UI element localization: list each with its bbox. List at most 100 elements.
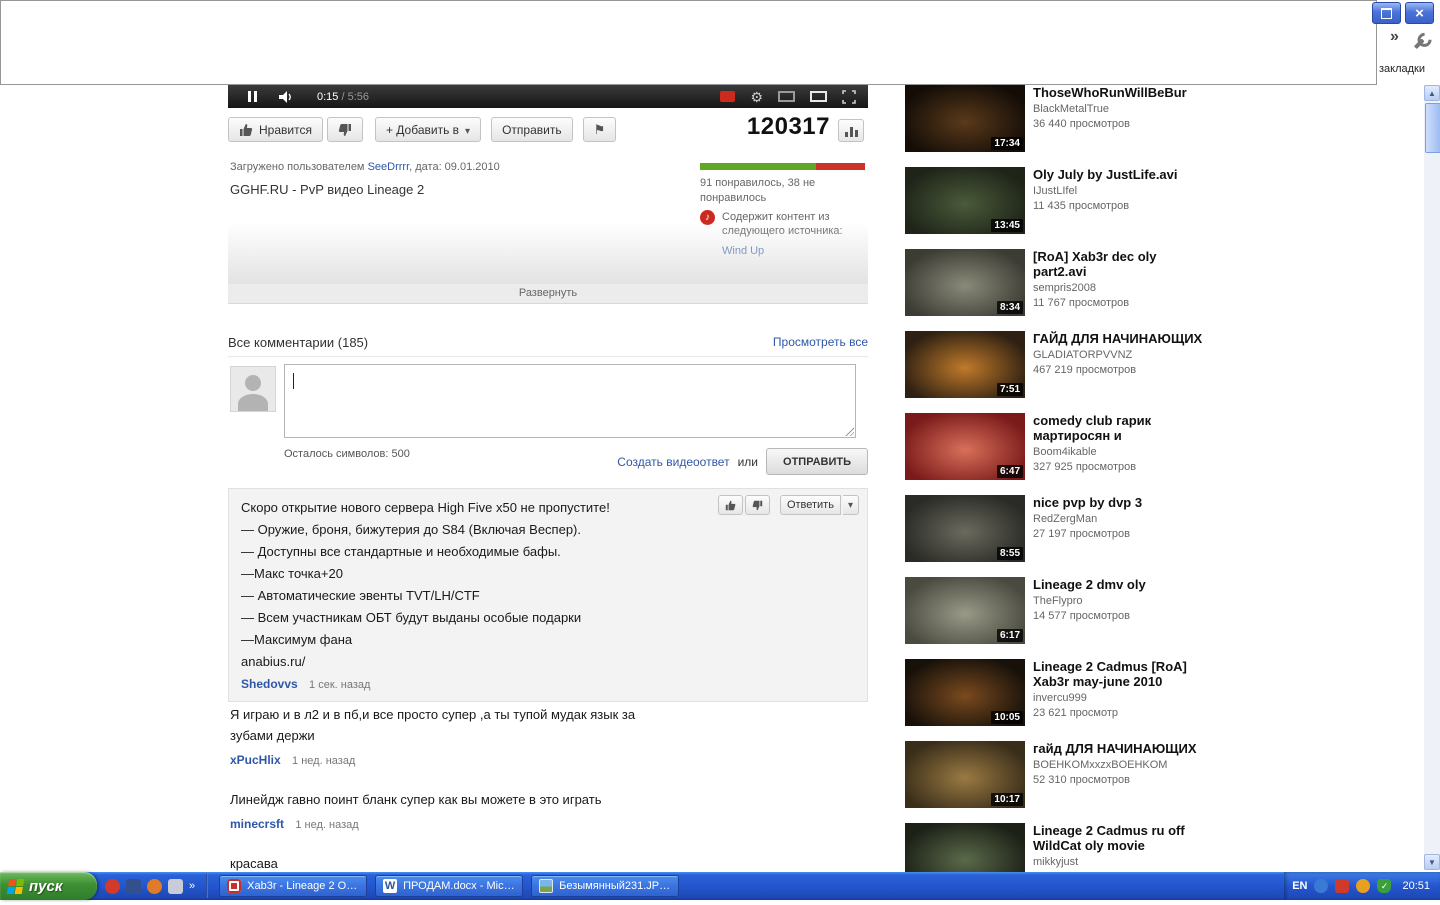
fullscreen-icon[interactable] (842, 89, 856, 104)
other-bookmarks-label[interactable]: закладки (1379, 63, 1425, 75)
scroll-down-arrow-icon[interactable] (1424, 854, 1440, 870)
quick-launch-icon-3[interactable] (147, 878, 162, 894)
comment-input[interactable] (284, 364, 856, 438)
annotations-icon[interactable] (720, 91, 736, 102)
related-video-item[interactable]: 7:51 ГАЙД ДЛЯ НАЧИНАЮЩИХ GLADIATORPVVNZ … (905, 331, 1205, 398)
video-thumbnail[interactable]: 8:55 (905, 495, 1025, 562)
related-video-uploader[interactable]: IJustLIfel (1033, 185, 1205, 197)
related-video-uploader[interactable]: GLADIATORPVVNZ (1033, 349, 1205, 361)
related-video-uploader[interactable]: BlackMetalTrue (1033, 103, 1205, 115)
related-video-item[interactable]: 10:05 Lineage 2 Cadmus [RoA] Xab3r may-j… (905, 659, 1205, 726)
reply-button[interactable]: Ответить (779, 495, 841, 515)
pause-button[interactable] (248, 91, 257, 102)
thumbs-up-icon (725, 500, 736, 510)
player-size-large-icon[interactable] (810, 91, 827, 102)
video-thumbnail[interactable]: 6:47 (905, 413, 1025, 480)
tray-icon-orange[interactable] (1356, 879, 1371, 893)
related-video-item[interactable]: 6:17 Lineage 2 dmv oly TheFlypro 14 577 … (905, 577, 1205, 644)
related-video-title[interactable]: Lineage 2 dmv oly (1033, 577, 1205, 592)
view-count: 120317 (746, 113, 830, 140)
related-video-item[interactable]: 10:17 гайд ДЛЯ НАЧИНАЮЩИХ BOEHKOMxxzxBOE… (905, 741, 1205, 808)
comment-dislike-button[interactable] (744, 495, 770, 515)
comment: Я играю и в л2 и в пб,и все просто супер… (230, 704, 870, 767)
create-video-response-link[interactable]: Создать видеоответ (617, 455, 729, 469)
related-video-uploader[interactable]: Boom4ikable (1033, 446, 1205, 458)
comment-text: Скоро открытие нового сервера High Five … (241, 497, 855, 673)
related-video-item[interactable]: 8:55 nice pvp by dvp 3 RedZergMan 27 197… (905, 495, 1205, 562)
comments-list: Я играю и в л2 и в пб,и все просто супер… (230, 704, 870, 896)
related-video-uploader[interactable]: RedZergMan (1033, 513, 1205, 525)
scroll-up-arrow-icon[interactable] (1424, 85, 1440, 101)
video-duration-badge: 10:05 (991, 711, 1023, 724)
window-restore-button[interactable] (1372, 2, 1401, 24)
quick-launch-icon-4[interactable] (168, 878, 183, 894)
tray-icon-red[interactable] (1335, 879, 1350, 893)
related-video-title[interactable]: Lineage 2 Cadmus [RoA] Xab3r may-june 20… (1033, 659, 1205, 689)
resize-grip-icon[interactable] (844, 426, 854, 436)
tray-icon-blue[interactable] (1314, 879, 1329, 893)
flag-button[interactable] (582, 117, 617, 142)
page-scrollbar[interactable] (1424, 85, 1440, 870)
statistics-button[interactable] (838, 119, 864, 142)
rating-bar (700, 163, 865, 170)
start-button[interactable]: пуск (0, 872, 97, 900)
related-video-uploader[interactable]: BOEHKOMxxzxBOEHKOM (1033, 759, 1205, 771)
related-video-item[interactable]: 13:45 Oly July by JustLife.avi IJustLIfe… (905, 167, 1205, 234)
like-button[interactable]: Нравится (228, 117, 323, 142)
video-thumbnail[interactable]: 8:34 (905, 249, 1025, 316)
comment-author-link[interactable]: minecrsft (230, 817, 284, 831)
related-video-title[interactable]: Oly July by JustLife.avi (1033, 167, 1205, 182)
related-video-title[interactable]: Lineage 2 Cadmus ru off WildCat oly movi… (1033, 823, 1205, 853)
uploader-link[interactable]: SeeDrrrr (368, 161, 410, 173)
related-video-uploader[interactable]: mikkyjust (1033, 856, 1205, 868)
video-thumbnail[interactable]: 10:17 (905, 741, 1025, 808)
bookmarks-overflow-chevron-icon[interactable] (1390, 28, 1399, 46)
video-thumbnail[interactable]: 17:34 (905, 85, 1025, 152)
comment-line: красава (230, 856, 278, 871)
add-to-button[interactable]: + Добавить в (374, 117, 482, 142)
related-video-title[interactable]: comedy club гарик мартиросян и (1033, 413, 1205, 443)
taskbar-task-browser[interactable]: Xab3r - Lineage 2 Oly... (219, 875, 368, 897)
video-thumbnail[interactable]: 7:51 (905, 331, 1025, 398)
video-thumbnail[interactable]: 6:17 (905, 577, 1025, 644)
volume-icon[interactable] (279, 90, 295, 103)
settings-gear-icon[interactable] (750, 90, 763, 104)
share-label: Отправить (502, 122, 562, 137)
comment: красава (230, 853, 870, 874)
related-video-title[interactable]: ГАЙД ДЛЯ НАЧИНАЮЩИХ (1033, 331, 1205, 346)
related-video-title[interactable]: гайд ДЛЯ НАЧИНАЮЩИХ (1033, 741, 1205, 756)
quick-launch-opera-icon[interactable] (105, 878, 120, 894)
video-thumbnail[interactable]: 13:45 (905, 167, 1025, 234)
taskbar-task-word[interactable]: ПРОДАМ.docx - Micr... (375, 875, 524, 897)
related-video-title[interactable]: ThoseWhoRunWillBeBur (1033, 85, 1205, 100)
quick-launch-overflow-icon[interactable] (189, 880, 195, 892)
related-video-uploader[interactable]: sempris2008 (1033, 282, 1205, 294)
comment-like-button[interactable] (717, 495, 743, 515)
related-video-title[interactable]: nice pvp by dvp 3 (1033, 495, 1205, 510)
scrollbar-thumb[interactable] (1425, 103, 1440, 153)
dislike-button[interactable] (326, 117, 363, 142)
window-close-button[interactable] (1405, 2, 1434, 24)
view-all-comments-link[interactable]: Просмотреть все (773, 335, 868, 350)
comment-author-link[interactable]: Shedovvs (241, 677, 298, 691)
thumbs-down-icon (752, 500, 763, 510)
tray-shield-icon[interactable] (1377, 879, 1392, 893)
related-video-uploader[interactable]: invercu999 (1033, 692, 1205, 704)
expand-description-button[interactable]: Развернуть (228, 284, 868, 304)
quick-launch-icon-2[interactable] (126, 878, 141, 894)
player-size-small-icon[interactable] (778, 91, 795, 102)
language-indicator[interactable]: EN (1292, 880, 1307, 892)
related-video-item[interactable]: 8:34 [RoA] Xab3r dec oly part2.avi sempr… (905, 249, 1205, 316)
related-video-item[interactable]: 6:47 comedy club гарик мартиросян и Boom… (905, 413, 1205, 480)
wrench-menu-icon[interactable] (1408, 29, 1433, 54)
comment-author-link[interactable]: xPucHlix (230, 753, 281, 767)
reply-options-button[interactable] (842, 495, 859, 515)
taskbar-task-image[interactable]: Безымянный231.JPG... (531, 875, 680, 897)
submit-comment-button[interactable]: ОТПРАВИТЬ (766, 448, 868, 475)
related-video-item[interactable]: 17:34 ThoseWhoRunWillBeBur BlackMetalTru… (905, 85, 1205, 152)
related-video-uploader[interactable]: TheFlypro (1033, 595, 1205, 607)
comment-highlighted: Скоро открытие нового сервера High Five … (228, 488, 868, 702)
related-video-title[interactable]: [RoA] Xab3r dec oly part2.avi (1033, 249, 1205, 279)
video-thumbnail[interactable]: 10:05 (905, 659, 1025, 726)
share-button[interactable]: Отправить (491, 117, 573, 142)
